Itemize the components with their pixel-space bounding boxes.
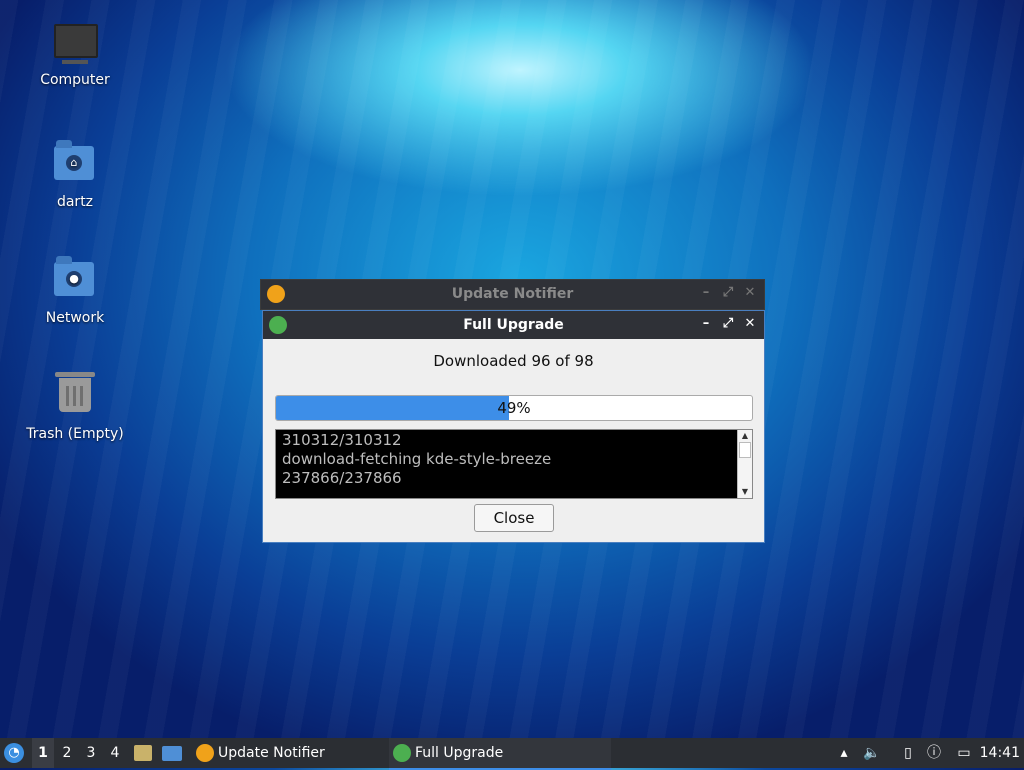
maximize-button[interactable]: ⤢	[720, 315, 736, 333]
tray-expand-icon[interactable]: ▴	[834, 738, 854, 768]
dialog-title: Full Upgrade	[463, 317, 564, 333]
computer-icon	[54, 24, 98, 66]
desktop-icon	[162, 746, 182, 761]
desktop-icon-label: Network	[45, 310, 105, 326]
scroll-up-arrow-icon[interactable]: ▲	[738, 430, 752, 442]
terminal-output[interactable]: 310312/310312 download-fetching kde-styl…	[275, 429, 753, 499]
clipboard-icon[interactable]: ▯	[898, 738, 918, 768]
maximize-button[interactable]: ⤢	[720, 284, 736, 302]
progress-bar: 49%	[275, 395, 753, 421]
update-notifier-window[interactable]: Update Notifier – ⤢ ✕	[260, 279, 765, 310]
taskbar: ◔ 1 2 3 4 Update Notifier Full Upgrade ▴…	[0, 738, 1024, 770]
file-manager-launcher[interactable]	[134, 738, 154, 768]
desktop-icon-computer[interactable]: Computer	[20, 22, 130, 88]
desktop-icon-label: Trash (Empty)	[26, 426, 124, 442]
network-folder-icon: ●	[54, 256, 96, 304]
workspace-4[interactable]: 4	[104, 738, 126, 768]
workspace-3[interactable]: 3	[80, 738, 102, 768]
clock[interactable]: 14:41	[980, 738, 1020, 768]
dialog-body: Downloaded 96 of 98 49% 310312/310312 do…	[263, 340, 764, 542]
task-label: Update Notifier	[218, 745, 325, 761]
desktop-icon-label: Computer	[40, 72, 110, 88]
window-title: Update Notifier	[451, 286, 574, 302]
update-notifier-titlebar[interactable]: Update Notifier – ⤢ ✕	[261, 280, 764, 308]
task-full-upgrade[interactable]: Full Upgrade	[389, 738, 611, 770]
progress-label: 49%	[497, 399, 531, 417]
terminal-line: download-fetching kde-style-breeze	[282, 450, 552, 468]
download-status: Downloaded 96 of 98	[433, 352, 594, 370]
lubuntu-logo-icon: ◔	[4, 743, 24, 763]
gear-icon	[393, 744, 411, 762]
full-upgrade-dialog[interactable]: Full Upgrade – ⤢ ✕ Downloaded 96 of 98 4…	[262, 310, 765, 543]
terminal-line: 310312/310312	[282, 431, 402, 449]
scrollbar[interactable]: ▲ ▼	[737, 430, 752, 498]
desktop-icon-label: dartz	[56, 194, 94, 210]
home-folder-icon: ⌂	[54, 140, 96, 188]
terminal-lines: 310312/310312 download-fetching kde-styl…	[276, 430, 752, 489]
workspace-2[interactable]: 2	[56, 738, 78, 768]
close-button[interactable]: Close	[474, 504, 554, 532]
close-window-button[interactable]: ✕	[742, 284, 758, 302]
update-notifier-icon	[196, 744, 214, 762]
desktop-icon-network[interactable]: ● Network	[20, 256, 130, 326]
trash-icon	[54, 372, 96, 420]
terminal-line: 237866/237866	[282, 469, 402, 487]
file-manager-icon	[134, 745, 152, 761]
desktop-icon-home[interactable]: ⌂ dartz	[20, 140, 130, 210]
desktop-icon-trash[interactable]: Trash (Empty)	[20, 372, 130, 442]
task-update-notifier[interactable]: Update Notifier	[192, 738, 408, 768]
workspace-1[interactable]: 1	[32, 738, 54, 768]
minimize-button[interactable]: –	[698, 284, 714, 302]
scroll-thumb[interactable]	[739, 442, 751, 458]
scroll-down-arrow-icon[interactable]: ▼	[738, 486, 752, 498]
network-status-icon[interactable]: ▭	[954, 738, 974, 768]
start-menu-button[interactable]: ◔	[4, 738, 28, 768]
full-upgrade-titlebar[interactable]: Full Upgrade – ⤢ ✕	[263, 311, 764, 339]
show-desktop-button[interactable]	[162, 738, 184, 768]
update-alert-icon[interactable]: ⓘ	[924, 738, 944, 768]
close-window-button[interactable]: ✕	[742, 315, 758, 333]
task-label: Full Upgrade	[415, 745, 504, 761]
minimize-button[interactable]: –	[698, 315, 714, 333]
volume-icon[interactable]: 🔈	[862, 738, 882, 768]
